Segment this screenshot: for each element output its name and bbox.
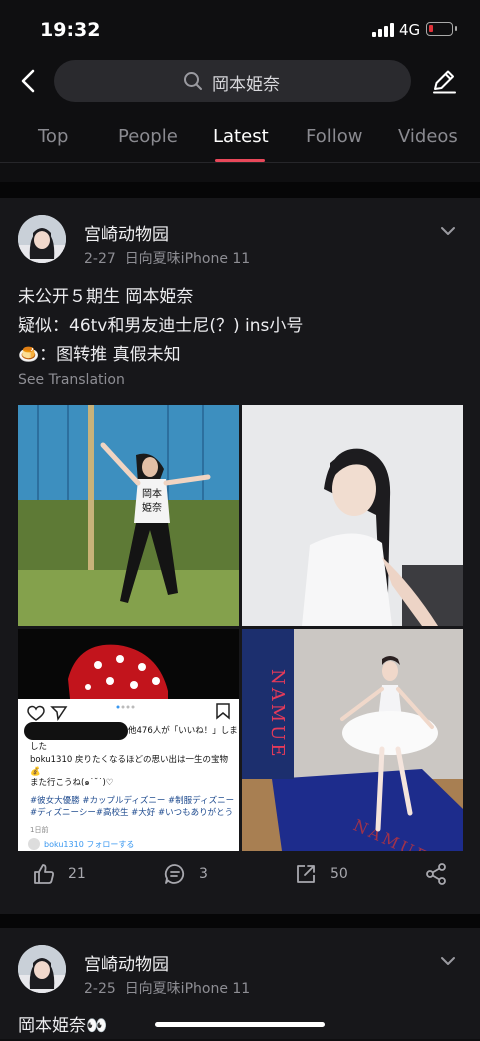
post-meta: 2-27 日向夏味iPhone 11 (84, 248, 250, 268)
feed-separator (0, 914, 480, 928)
post-device: 日向夏味iPhone 11 (124, 251, 251, 267)
svg-text:岡本: 岡本 (142, 487, 162, 500)
signal-icon (372, 23, 394, 37)
comment-icon (164, 864, 185, 884)
ig-likes-text: 他476人が「いいね！」しま (128, 726, 238, 736)
avatar[interactable] (18, 945, 66, 993)
tab-top[interactable]: Top (38, 126, 68, 147)
avatar[interactable] (18, 215, 66, 263)
feed-separator (0, 182, 480, 198)
photo-portrait[interactable] (242, 405, 463, 626)
ig-caption-2: また行こうね(๑˙˘˙)♡ (30, 778, 114, 788)
battery-icon (426, 22, 457, 36)
tabs-divider (0, 162, 480, 163)
tab-latest[interactable]: Latest (213, 126, 269, 147)
ig-hashtags: #彼女大優勝 #カップルディズニー #制服ディズニー #ディズニーシー#高校生 … (30, 796, 235, 818)
svg-text:姫奈: 姫奈 (142, 501, 162, 514)
search-icon (184, 72, 202, 90)
status-bar: 19:32 4G (0, 0, 480, 60)
tab-videos[interactable]: Videos (398, 126, 458, 147)
chevron-down-icon[interactable] (440, 226, 456, 236)
image-grid: 岡本 姫奈 他476人が「いいね！」しま した boku1310 戻りたくなるほ… (18, 405, 463, 851)
svg-text:NAMUE: NAMUE (267, 669, 288, 760)
share-icon[interactable] (424, 862, 448, 886)
tab-people[interactable]: People (118, 126, 178, 147)
ig-avatar (28, 838, 40, 850)
send-icon (50, 706, 68, 721)
username[interactable]: 宫崎动物园 (84, 950, 169, 975)
ig-likes-text-2: した (30, 742, 48, 752)
username[interactable]: 宫崎动物园 (84, 220, 169, 245)
repost-count: 50 (330, 866, 348, 882)
thumbs-up-icon (34, 864, 54, 884)
post-actions: 21 3 50 (0, 862, 480, 902)
search-input[interactable]: 岡本姫奈 (54, 60, 411, 102)
post-date: 2-25 (84, 981, 116, 997)
post-device: 日向夏味iPhone 11 (124, 981, 251, 997)
post-line: 未公开５期生 岡本姫奈 (18, 287, 194, 307)
tab-follow[interactable]: Follow (306, 126, 362, 147)
comment-count: 3 (199, 866, 208, 882)
like-count: 21 (68, 866, 86, 882)
network-type: 4G (399, 21, 421, 39)
post-meta: 2-25 日向夏味iPhone 11 (84, 978, 250, 998)
post-line: 🍮：图转推 真假未知 (18, 345, 181, 365)
bookmark-icon (216, 703, 230, 720)
heart-icon (27, 705, 45, 721)
photo-instagram-screenshot[interactable]: 他476人が「いいね！」しま した boku1310 戻りたくなるほどの思い出は… (18, 629, 239, 851)
share-box-icon (297, 865, 315, 883)
search-tabs: Top People Latest Follow Videos (0, 118, 480, 162)
see-translation-link[interactable]: See Translation (18, 372, 125, 388)
post-text: 未公开５期生 岡本姫奈 疑似：46tv和男友迪士尼(？) ins小号 🍮：图转推… (18, 283, 303, 370)
search-query: 岡本姫奈 (212, 75, 280, 95)
photo-dance[interactable]: 岡本 姫奈 (18, 405, 239, 626)
comment-button[interactable]: 3 (163, 862, 208, 886)
edit-icon[interactable] (430, 67, 458, 95)
ig-time: 1日前 (30, 826, 49, 834)
ig-follow-line: boku1310 フォローする (44, 840, 135, 849)
photo-ballet[interactable]: NAMUE NAMUE (242, 629, 463, 851)
post-card[interactable]: 宫崎动物园 2-27 日向夏味iPhone 11 未公开５期生 岡本姫奈 疑似：… (0, 198, 480, 914)
home-indicator (155, 1022, 325, 1027)
post-line: 疑似：46tv和男友迪士尼(？) ins小号 (18, 316, 304, 336)
post-text: 岡本姫奈👀 (18, 1016, 108, 1036)
back-arrow-icon[interactable] (14, 66, 44, 96)
status-time: 19:32 (40, 19, 101, 41)
redaction-bar (24, 722, 128, 740)
repost-button[interactable]: 50 (294, 862, 348, 886)
like-button[interactable]: 21 (32, 862, 86, 886)
chevron-down-icon[interactable] (440, 956, 456, 966)
top-bar: 岡本姫奈 (0, 58, 480, 106)
post-date: 2-27 (84, 251, 116, 267)
